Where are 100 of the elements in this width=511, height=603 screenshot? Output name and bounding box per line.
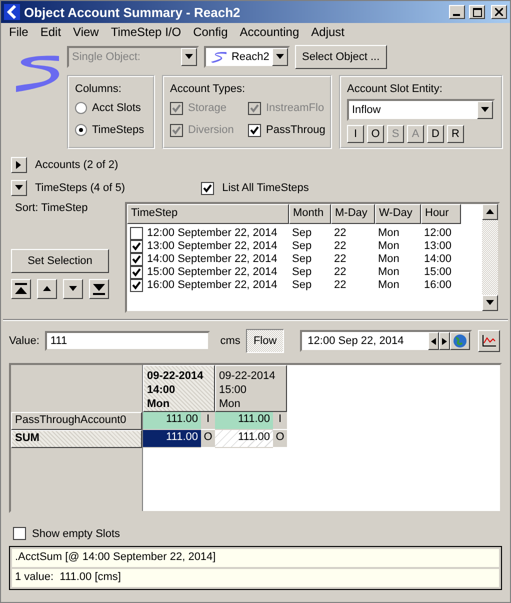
table-cell: 16:00 bbox=[424, 279, 452, 292]
table-cell: Sep bbox=[292, 266, 312, 279]
group-title: Account Slot Entity: bbox=[347, 83, 444, 95]
table-cell: Sep bbox=[292, 253, 312, 266]
globe-icon bbox=[453, 334, 468, 348]
entity-button[interactable]: R bbox=[447, 125, 464, 143]
column-header[interactable]: Hour bbox=[421, 204, 461, 224]
move-bottom-icon bbox=[93, 283, 105, 295]
show-empty-checkbox[interactable] bbox=[13, 527, 26, 540]
column-header[interactable]: M-Day bbox=[331, 204, 375, 224]
move-down-button[interactable] bbox=[63, 279, 83, 299]
move-bottom-button[interactable] bbox=[89, 279, 109, 299]
menu-item[interactable]: File bbox=[3, 25, 34, 39]
table-cell: 13:00 September 22, 2014 bbox=[147, 240, 278, 253]
river-icon bbox=[209, 51, 228, 63]
previous-button[interactable] bbox=[428, 332, 440, 350]
menu-item[interactable]: Adjust bbox=[305, 25, 350, 39]
flow-button[interactable]: Flow bbox=[246, 329, 284, 353]
up-arrow-icon bbox=[42, 284, 52, 294]
table-cell: Sep bbox=[292, 227, 312, 240]
menu-item[interactable]: Edit bbox=[34, 25, 68, 39]
value-cell[interactable]: 111.00 bbox=[143, 412, 201, 430]
date-field[interactable]: 12:00 Sep 22, 2014 bbox=[300, 330, 472, 352]
app-icon bbox=[4, 4, 20, 20]
flag-cell: O bbox=[201, 430, 215, 448]
maximize-button[interactable] bbox=[469, 5, 485, 19]
table-cell: 16:00 September 22, 2014 bbox=[147, 279, 278, 292]
menu-item[interactable]: View bbox=[67, 25, 105, 39]
row-checkbox[interactable] bbox=[130, 253, 143, 266]
column-header[interactable]: W-Day bbox=[375, 204, 421, 224]
close-button[interactable] bbox=[491, 5, 507, 19]
minimize-button[interactable] bbox=[449, 5, 465, 19]
entity-button[interactable]: I bbox=[347, 125, 364, 143]
checkbox-option[interactable]: PassThroug bbox=[248, 121, 338, 139]
entity-button[interactable]: D bbox=[427, 125, 444, 143]
table-cell: Mon bbox=[378, 227, 400, 240]
table-cell: Mon bbox=[378, 240, 400, 253]
table-cell: 22 bbox=[334, 227, 346, 240]
table-cell: 22 bbox=[334, 240, 346, 253]
next-button[interactable] bbox=[439, 332, 450, 350]
table-cell: 22 bbox=[334, 266, 346, 279]
set-selection-button[interactable]: Set Selection bbox=[11, 249, 109, 273]
radio-option[interactable]: TimeSteps bbox=[75, 121, 147, 139]
value-cell[interactable]: 111.00 bbox=[215, 412, 273, 430]
menu-item[interactable]: TimeStep I/O bbox=[104, 25, 188, 39]
entity-button[interactable]: O bbox=[367, 125, 384, 143]
menu-item[interactable]: Accounting bbox=[234, 25, 306, 39]
plot-button[interactable] bbox=[478, 330, 500, 352]
move-top-button[interactable] bbox=[11, 279, 31, 299]
row-checkbox[interactable] bbox=[130, 279, 143, 292]
table-cell: 22 bbox=[334, 279, 346, 292]
checkbox[interactable] bbox=[248, 124, 261, 136]
table-cell: 12:00 bbox=[424, 227, 452, 240]
scrollbar[interactable] bbox=[482, 204, 498, 311]
row-header[interactable]: SUM bbox=[11, 430, 142, 448]
table-cell: 12:00 September 22, 2014 bbox=[147, 227, 278, 240]
left-arrow-icon bbox=[431, 338, 436, 344]
menu-item[interactable]: Config bbox=[187, 25, 234, 39]
group-title: Columns: bbox=[75, 83, 122, 95]
table-cell: Mon bbox=[378, 266, 400, 279]
table-cell: 14:00 bbox=[424, 253, 452, 266]
table-cell: 13:00 bbox=[424, 240, 452, 253]
right-arrow-icon bbox=[442, 338, 448, 344]
column-header[interactable]: Month bbox=[289, 204, 331, 224]
chart-icon bbox=[482, 335, 496, 347]
close-icon bbox=[495, 8, 503, 16]
globe-button[interactable] bbox=[450, 332, 470, 350]
up-arrow-icon bbox=[485, 207, 495, 217]
section-label: TimeSteps (4 of 5) bbox=[35, 182, 126, 194]
entity-dropdown[interactable]: Inflow bbox=[347, 99, 495, 121]
value-field[interactable]: 111 bbox=[45, 331, 210, 351]
value-label: Value: bbox=[9, 335, 40, 347]
row-checkbox[interactable] bbox=[130, 240, 143, 253]
flag-cell: O bbox=[273, 430, 287, 448]
row-checkbox[interactable] bbox=[130, 266, 143, 279]
table-cell: 15:00 bbox=[424, 266, 452, 279]
value-cell[interactable]: 111.00 bbox=[215, 430, 273, 448]
radio-option[interactable]: Acct Slots bbox=[75, 99, 147, 117]
column-header[interactable]: TimeStep bbox=[127, 204, 289, 224]
flag-cell: I bbox=[273, 412, 287, 430]
group-title: Account Types: bbox=[170, 83, 246, 95]
sort-label: Sort: TimeStep bbox=[15, 202, 89, 214]
column-header[interactable]: 09-22-2014 14:00 Mon bbox=[143, 365, 215, 412]
table-cell: Sep bbox=[292, 240, 312, 253]
object-dropdown[interactable]: Reach2 bbox=[204, 46, 290, 68]
move-top-icon bbox=[15, 283, 27, 295]
table-cell: Mon bbox=[378, 279, 400, 292]
row-header[interactable]: PassThroughAccount0 bbox=[11, 412, 142, 430]
list-all-checkbox[interactable] bbox=[201, 182, 214, 194]
table-cell: 14:00 September 22, 2014 bbox=[147, 253, 278, 266]
flag-cell: I bbox=[201, 412, 215, 430]
column-header[interactable]: 09-22-2014 15:00 Mon bbox=[215, 365, 287, 412]
expand-toggle[interactable] bbox=[11, 180, 27, 196]
value-cell[interactable]: 111.00 bbox=[143, 430, 201, 448]
table-cell: Mon bbox=[378, 253, 400, 266]
select-object-button[interactable]: Select Object ... bbox=[295, 45, 387, 69]
move-up-button[interactable] bbox=[37, 279, 57, 299]
row-checkbox[interactable] bbox=[130, 227, 143, 240]
expand-toggle[interactable] bbox=[11, 157, 27, 173]
unit-label: cms bbox=[220, 335, 240, 347]
